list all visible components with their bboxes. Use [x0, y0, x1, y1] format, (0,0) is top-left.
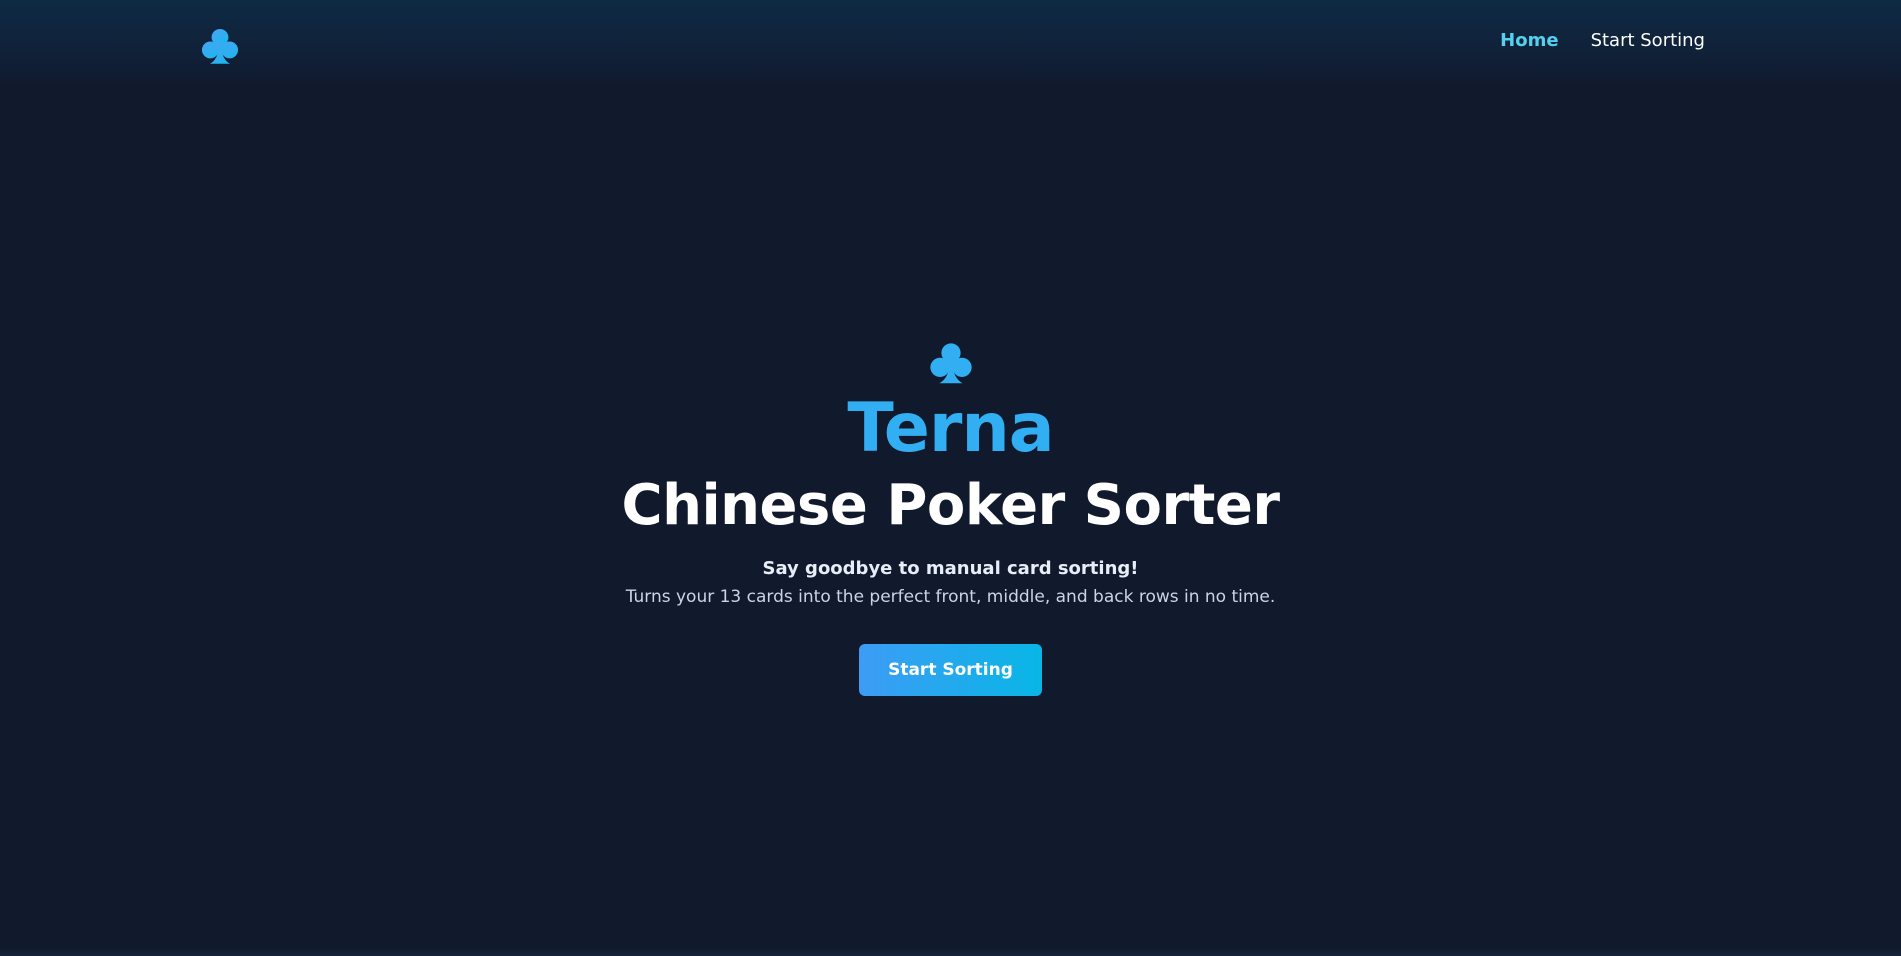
hero-section: Terna Chinese Poker Sorter Say goodbye t…	[0, 340, 1901, 696]
nav-start-sorting-link[interactable]: Start Sorting	[1591, 30, 1705, 51]
club-icon[interactable]	[199, 26, 241, 68]
page-title: Chinese Poker Sorter	[621, 473, 1280, 538]
top-navbar: Home Start Sorting	[0, 0, 1901, 86]
tagline: Say goodbye to manual card sorting!	[762, 558, 1139, 579]
brand-title: Terna	[847, 389, 1054, 468]
club-icon	[929, 343, 972, 384]
page-bottom-edge	[0, 948, 1901, 956]
main-nav: Home Start Sorting	[1500, 30, 1705, 51]
nav-home-link[interactable]: Home	[1500, 30, 1558, 51]
description: Turns your 13 cards into the perfect fro…	[625, 587, 1276, 607]
page: Home Start Sorting Terna Chinese Poker S…	[0, 0, 1901, 956]
start-sorting-button[interactable]: Start Sorting	[859, 644, 1042, 696]
